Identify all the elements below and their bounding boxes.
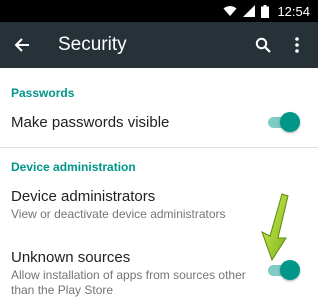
pref-summary-line-2: than the Play Store [11,283,114,297]
passwords-visible-toggle[interactable] [268,112,300,132]
section-divider [0,147,318,148]
annotation-arrow-icon [261,193,289,262]
pref-title: Make passwords visible [11,114,170,131]
overflow-menu-icon [295,37,299,53]
pref-summary: View or deactivate device administrators [11,207,226,221]
search-button[interactable] [246,22,280,68]
section-header-passwords: Passwords [11,86,75,100]
overflow-menu-button[interactable] [280,22,314,68]
toggle-thumb [280,260,300,280]
status-time: 12:54 [277,3,310,19]
app-bar: Security [0,22,318,68]
pref-title: Device administrators [11,188,156,205]
status-bar: 12:54 [0,0,318,22]
pref-summary-line-1: Allow installation of apps from sources … [11,268,246,282]
pref-title: Unknown sources [11,249,131,266]
wifi-icon [223,6,237,16]
battery-icon [261,4,270,18]
unknown-sources-toggle[interactable] [268,260,300,280]
pref-make-passwords-visible[interactable]: Make passwords visible [0,112,318,144]
search-icon [255,37,271,53]
toggle-thumb [280,112,300,132]
page-title: Security [58,34,127,55]
back-button[interactable] [2,22,42,68]
section-header-device-administration: Device administration [11,160,136,174]
signal-icon [243,5,256,17]
back-arrow-icon [14,38,29,52]
